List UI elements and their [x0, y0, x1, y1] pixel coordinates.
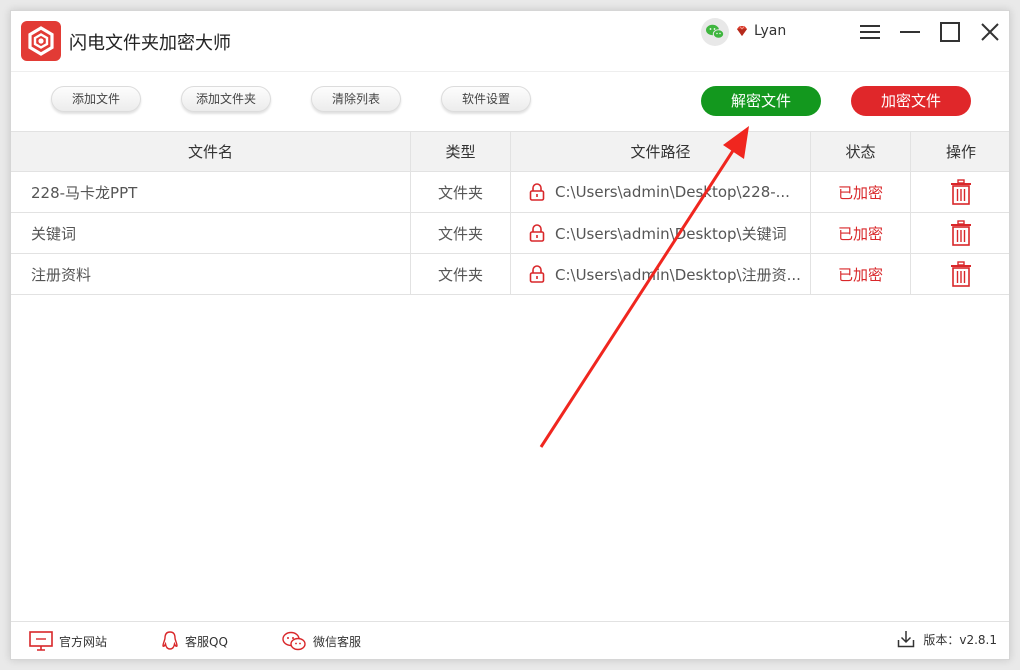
row-type: 文件夹 — [411, 172, 511, 212]
row-op — [911, 172, 1009, 212]
wechat-service-link[interactable]: 微信客服 — [281, 630, 361, 652]
header-status[interactable]: 状态 — [811, 132, 911, 171]
toolbar: 添加文件 添加文件夹 清除列表 软件设置 解密文件 加密文件 — [11, 71, 1009, 131]
user-name[interactable]: Lyan — [754, 23, 786, 39]
title-bar: 闪电文件夹加密大师 Lyan — [11, 11, 1009, 71]
download-icon — [898, 631, 915, 648]
trash-icon[interactable] — [950, 261, 972, 287]
lock-icon — [529, 224, 545, 242]
row-status: 已加密 — [811, 213, 911, 253]
add-folder-button[interactable]: 添加文件夹 — [181, 86, 271, 112]
qq-service-link[interactable]: 客服QQ — [161, 630, 228, 652]
maximize-icon[interactable] — [939, 21, 961, 43]
row-path: C:\Users\admin\Desktop\注册资... — [511, 254, 811, 294]
official-website-link[interactable]: 官方网站 — [29, 630, 107, 652]
table-row[interactable]: 注册资料 文件夹 C:\Users\admin\Desktop\注册资... 已… — [11, 254, 1009, 295]
wechat-service-icon — [282, 631, 306, 651]
header-type[interactable]: 类型 — [411, 132, 511, 171]
trash-icon[interactable] — [950, 179, 972, 205]
decrypt-button[interactable]: 解密文件 — [701, 86, 821, 116]
lock-icon — [529, 265, 545, 283]
row-op — [911, 254, 1009, 294]
header-name[interactable]: 文件名 — [11, 132, 411, 171]
row-path: C:\Users\admin\Desktop\228-... — [511, 172, 811, 212]
row-path-text: C:\Users\admin\Desktop\注册资... — [555, 265, 801, 284]
close-icon[interactable] — [979, 21, 1001, 43]
trash-icon[interactable] — [950, 220, 972, 246]
version-info[interactable]: 版本：v2.8.1 — [897, 630, 997, 648]
app-title: 闪电文件夹加密大师 — [69, 33, 231, 54]
row-status: 已加密 — [811, 172, 911, 212]
row-path-text: C:\Users\admin\Desktop\关键词 — [555, 224, 787, 243]
app-logo-icon — [21, 21, 61, 61]
table-row[interactable]: 关键词 文件夹 C:\Users\admin\Desktop\关键词 已加密 — [11, 213, 1009, 254]
lock-icon — [529, 183, 545, 201]
gem-icon — [737, 25, 747, 36]
wechat-service-label: 微信客服 — [313, 634, 362, 649]
monitor-icon — [29, 631, 53, 651]
header-path[interactable]: 文件路径 — [511, 132, 811, 171]
row-path: C:\Users\admin\Desktop\关键词 — [511, 213, 811, 253]
row-op — [911, 213, 1009, 253]
qq-service-label: 客服QQ — [185, 634, 228, 649]
menu-icon[interactable] — [859, 21, 881, 43]
version-label: 版本：v2.8.1 — [923, 632, 997, 647]
wechat-icon[interactable] — [701, 18, 729, 46]
row-path-text: C:\Users\admin\Desktop\228-... — [555, 183, 790, 201]
app-window: 闪电文件夹加密大师 Lyan 添加文件 添加文件夹 清除列表 软件设置 解密文件… — [10, 10, 1010, 660]
minimize-icon[interactable] — [899, 21, 921, 43]
row-name: 228-马卡龙PPT — [11, 172, 411, 212]
row-name: 关键词 — [11, 213, 411, 253]
add-file-button[interactable]: 添加文件 — [51, 86, 141, 112]
file-table: 文件名 类型 文件路径 状态 操作 228-马卡龙PPT 文件夹 C:\User… — [11, 131, 1009, 295]
official-website-label: 官方网站 — [59, 634, 108, 649]
settings-button[interactable]: 软件设置 — [441, 86, 531, 112]
row-type: 文件夹 — [411, 254, 511, 294]
header-op: 操作 — [945, 143, 976, 161]
table-row[interactable]: 228-马卡龙PPT 文件夹 C:\Users\admin\Desktop\22… — [11, 172, 1009, 213]
table-header: 文件名 类型 文件路径 状态 操作 — [11, 131, 1009, 172]
footer: 官方网站 客服QQ 微信客服 版本：v2.8.1 — [11, 621, 1009, 659]
row-type: 文件夹 — [411, 213, 511, 253]
row-status: 已加密 — [811, 254, 911, 294]
row-name: 注册资料 — [11, 254, 411, 294]
encrypt-button[interactable]: 加密文件 — [851, 86, 971, 116]
qq-icon — [162, 631, 178, 650]
clear-list-button[interactable]: 清除列表 — [311, 86, 401, 112]
